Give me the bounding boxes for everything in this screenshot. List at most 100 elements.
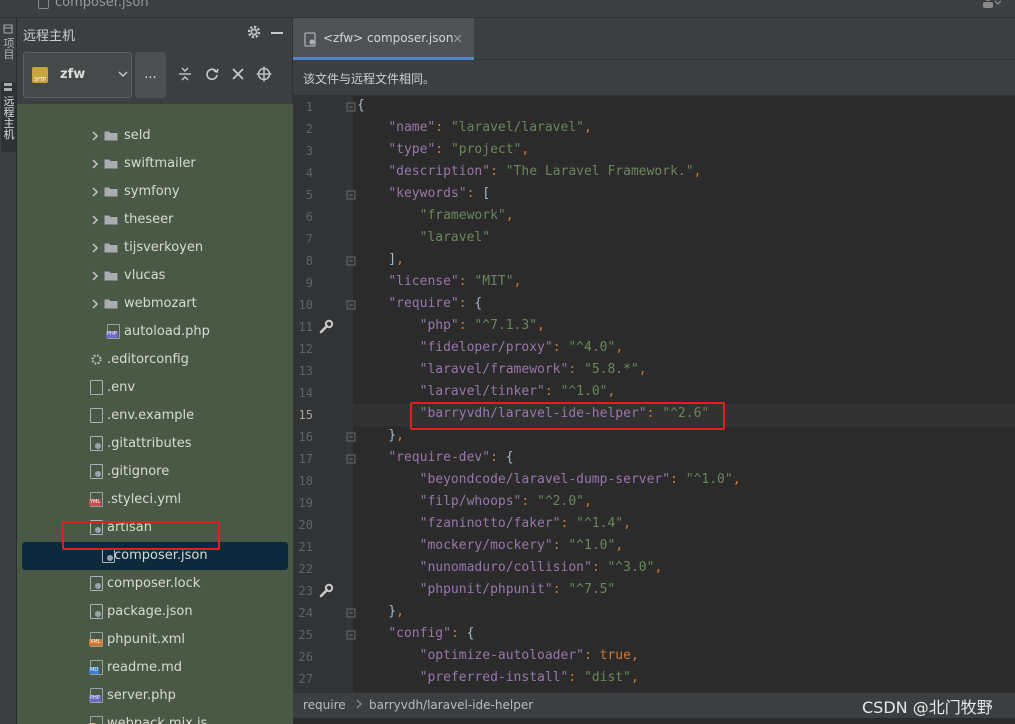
tree-item[interactable]: theseer [17,206,293,234]
code-line: "name": "laravel/laravel", [388,120,592,135]
line-number: 23 [298,584,313,598]
tab-composer-json[interactable]: <zfw> composer.json [293,18,474,60]
refresh-icon[interactable] [204,66,220,82]
php-file-icon: PHP [89,688,103,703]
breadcrumb-file[interactable]: composer.json [55,0,149,10]
chevron-right-icon[interactable] [90,186,100,198]
tree-item-label: readme.md [107,660,182,675]
tree-item-label: server.php [107,688,176,703]
sftp-icon: SFTP [32,67,48,83]
tree-item[interactable]: MD readme.md [17,654,293,682]
xml-file-icon: XML [89,632,103,647]
breadcrumb-key[interactable]: barryvdh/laravel-ide-helper [369,698,533,712]
json-file-icon [90,576,103,591]
folder-icon [104,271,118,281]
folder-icon [104,159,118,169]
tree-item[interactable]: .gitattributes [17,430,293,458]
tree-item[interactable]: seld [17,122,293,150]
folder-icon [104,215,118,225]
tree-item[interactable]: tijsverkoyen [17,234,293,262]
gear-icon[interactable] [246,24,262,40]
code-line: }, [357,604,404,619]
line-number: 21 [298,540,313,554]
collapse-all-icon[interactable] [177,66,193,82]
line-number: 14 [298,386,313,400]
tree-item[interactable]: vlucas [17,262,293,290]
tree-item[interactable]: JS webpack.mix.js [17,710,293,724]
code-line: "laravel/tinker": "^1.0", [419,384,616,399]
tree-item-label: autoload.php [124,324,210,339]
chevron-right-icon[interactable] [90,214,100,226]
breadcrumb-require[interactable]: require [303,698,346,712]
code-view[interactable]: { "name": "laravel/laravel", "type": "pr… [353,96,1015,696]
code-line: "preferred-install": "dist", [419,670,639,685]
line-number: 25 [298,628,313,642]
tab-close-icon[interactable] [453,34,462,43]
more-options-button[interactable]: ... [135,52,166,98]
tree-item[interactable]: PHP autoload.php [17,318,293,346]
code-line: "php": "^7.1.3", [419,318,545,333]
chevron-right-icon[interactable] [90,242,100,254]
close-icon[interactable] [230,66,246,82]
editor-tabbar: <zfw> composer.json [293,18,1015,60]
json-file-icon [38,0,49,9]
tree-item[interactable]: XML phpunit.xml [17,626,293,654]
tree-item[interactable]: swiftmailer [17,150,293,178]
md-badge: MD [89,667,100,674]
project-icon [3,24,13,34]
tool-tab-project[interactable]: 项目 [1,24,16,72]
tree-item-label: webpack.mix.js [107,716,208,724]
locate-target-icon[interactable] [256,66,272,82]
tree-item-label: composer.json [114,548,208,563]
tree-item-label: .gitattributes [107,436,192,451]
tree-item[interactable]: .editorconfig [17,346,293,374]
tree-item[interactable]: webmozart [17,290,293,318]
minimize-icon[interactable] [271,32,283,34]
tree-item-label: .styleci.yml [107,492,182,507]
wrench-icon[interactable] [318,583,334,599]
line-number: 7 [305,232,313,246]
chevron-right-icon[interactable] [90,270,100,282]
tab-label: <zfw> composer.json [323,31,454,45]
watermark: CSDN @北门牧野 [862,698,993,717]
tool-tab-remote-host[interactable]: 远程主机 [1,82,16,152]
editor-area: <zfw> composer.json 该文件与远程文件相同。 12345678… [293,18,1015,724]
line-number: 26 [298,650,313,664]
remote-host-panel: 远程主机 SFTP zfw ... seld swiftmailer symfo… [17,18,293,724]
tree-item[interactable]: symfony [17,178,293,206]
top-breadcrumb-bar: composer.json [0,0,1015,18]
code-line: }, [357,428,404,443]
tool-window-strip: 项目 远程主机 [0,18,17,724]
tree-item-label: composer.lock [107,576,201,591]
tree-item[interactable]: PHP server.php [17,682,293,710]
php-file-icon: PHP [106,324,120,339]
highlight-box-code-line [410,402,725,430]
panel-header: 远程主机 [17,18,292,48]
remote-host-icon [4,83,12,91]
tree-item[interactable]: package.json [17,598,293,626]
tree-item[interactable]: .env.example [17,402,293,430]
server-select[interactable]: SFTP zfw [23,52,132,98]
chevron-right-icon[interactable] [90,298,100,310]
code-line: "filp/whoops": "^2.0", [419,494,592,509]
chevron-right-icon[interactable] [90,158,100,170]
json-file-icon [90,604,103,619]
user-icon[interactable] [981,0,1001,8]
json-file-icon [304,32,316,47]
line-number-gutter: 1 2 3 4 5 6 7 8 9 10 11 12 13 14 15 16 17 18 19 20 21 22 23 24 2… [293,96,375,696]
tree-item[interactable]: .env [17,374,293,402]
code-line: "nunomaduro/collision": "^3.0", [419,560,663,575]
js-file-icon: JS [89,716,103,724]
chevron-right-icon[interactable] [90,130,100,142]
code-line: "require-dev": { [388,450,514,465]
code-line: "keywords": [ [388,186,491,201]
tree-item[interactable]: YML .styleci.yml [17,486,293,514]
tree-item-label: .env.example [107,408,195,423]
line-number: 9 [305,276,313,290]
wrench-icon[interactable] [318,319,334,335]
line-number: 3 [305,144,313,158]
tree-item[interactable]: composer.lock [17,570,293,598]
tree-item[interactable]: .gitignore [17,458,293,486]
chevron-right-icon [356,699,362,709]
code-line: "type": "project", [388,142,530,157]
